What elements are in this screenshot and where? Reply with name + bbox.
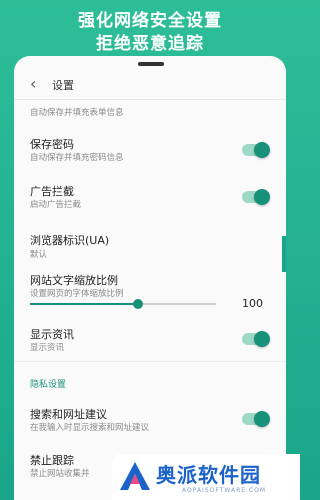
setting-subtitle: 在我输入时显示搜索和网址建议	[30, 423, 150, 433]
app-bar: ‹ 设置	[14, 70, 286, 100]
setting-title: 禁止跟踪	[30, 454, 74, 467]
setting-subtitle: 启动广告拦截	[30, 200, 82, 210]
section-divider	[14, 361, 286, 362]
setting-title: 网站文字缩放比例	[30, 274, 118, 287]
setting-title: 搜索和网址建议	[30, 408, 107, 421]
setting-user-agent[interactable]: 浏览器标识(UA) 默认	[14, 228, 286, 262]
text-zoom-value: 100	[242, 297, 263, 310]
text-zoom-slider[interactable]	[30, 299, 216, 309]
toggle-knob	[254, 142, 270, 158]
setting-autofill-form[interactable]: 自动保存并填充表单信息	[14, 104, 286, 124]
setting-subtitle: 默认	[30, 250, 48, 260]
setting-subtitle: 自动保存并填充密码信息	[30, 153, 124, 163]
setting-subtitle: 自动保存并填充表单信息	[30, 108, 124, 118]
promo-subtitle: 拒绝恶意追踪	[96, 34, 204, 54]
slider-thumb[interactable]	[132, 299, 143, 309]
phone-speaker	[138, 62, 164, 66]
setting-title: 显示资讯	[30, 328, 74, 341]
setting-subtitle: 禁止网站收集并	[30, 469, 90, 479]
toggle-knob	[254, 331, 270, 347]
setting-show-news[interactable]: 显示资讯 显示资讯	[14, 324, 286, 358]
phone-screen: ‹ 设置 自动保存并填充表单信息 保存密码 自动保存并填充密码信息 广告拦截 启…	[14, 56, 286, 500]
setting-subtitle: 设置网页的字体缩放比例	[30, 289, 124, 299]
setting-save-password[interactable]: 保存密码 自动保存并填充密码信息	[14, 134, 286, 168]
setting-title: 保存密码	[30, 138, 74, 151]
page-title: 设置	[52, 79, 74, 92]
show-news-toggle[interactable]	[242, 331, 270, 347]
search-suggestions-toggle[interactable]	[242, 411, 270, 427]
slider-fill	[30, 303, 138, 305]
site-watermark: 奥派软件园 AOPAISOFTWARE.COM	[112, 454, 300, 500]
brand-url: AOPAISOFTWARE.COM	[182, 487, 267, 494]
privacy-section-header: 隐私设置	[30, 380, 67, 390]
toggle-knob	[254, 189, 270, 205]
save-password-toggle[interactable]	[242, 142, 270, 158]
brand-logo-icon	[120, 462, 150, 490]
toggle-knob	[254, 411, 270, 427]
setting-title: 浏览器标识(UA)	[30, 234, 110, 247]
back-arrow-icon[interactable]: ‹	[30, 74, 36, 93]
brand-name: 奥派软件园	[156, 463, 261, 487]
promo-header: 强化网络安全设置 拒绝恶意追踪	[0, 0, 300, 60]
setting-subtitle: 显示资讯	[30, 343, 65, 353]
setting-text-zoom: 网站文字缩放比例 设置网页的字体缩放比例 100	[14, 270, 286, 320]
setting-search-suggestions[interactable]: 搜索和网址建议 在我输入时显示搜索和网址建议	[14, 404, 286, 438]
promo-title: 强化网络安全设置	[78, 11, 222, 31]
ad-block-toggle[interactable]	[242, 189, 270, 205]
setting-title: 广告拦截	[30, 185, 74, 198]
setting-ad-block[interactable]: 广告拦截 启动广告拦截	[14, 180, 286, 214]
